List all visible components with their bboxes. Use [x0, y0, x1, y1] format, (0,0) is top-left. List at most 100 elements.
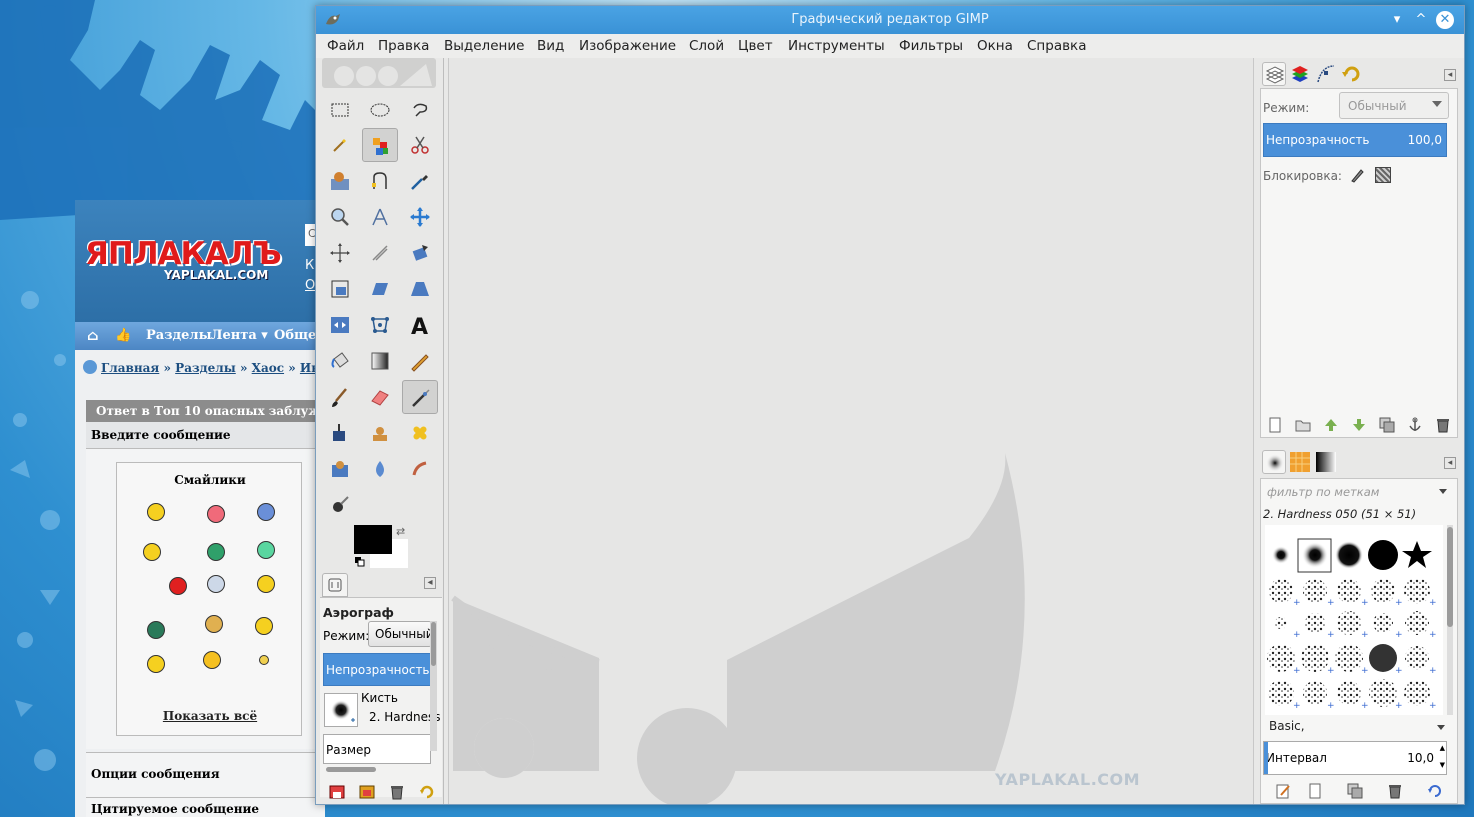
smiley-icon[interactable]	[205, 615, 223, 633]
lower-layer-icon[interactable]	[1351, 417, 1367, 433]
clone-tool[interactable]	[362, 416, 398, 450]
healing-tool[interactable]	[402, 416, 438, 450]
menu-file[interactable]: Файл	[327, 38, 364, 54]
brush-preview[interactable]	[324, 693, 358, 727]
spin-down-icon[interactable]: ▼	[1440, 761, 1445, 769]
quoted-message[interactable]: Цитируемое сообщение	[86, 797, 325, 817]
shear-tool[interactable]	[362, 272, 398, 306]
like-icon[interactable]: 👍	[115, 328, 131, 343]
crumb-sections[interactable]: Разделы	[175, 361, 236, 375]
duplicate-brush-icon[interactable]	[1347, 783, 1363, 799]
configure-tab-icon[interactable]: ◂	[1444, 457, 1456, 469]
raise-layer-icon[interactable]	[1323, 417, 1339, 433]
nav-sections[interactable]: Разделы	[146, 328, 212, 343]
site-header-link[interactable]: О	[305, 278, 315, 293]
lock-pixels-icon[interactable]	[1349, 167, 1365, 183]
delete-brush-icon[interactable]	[1387, 783, 1403, 799]
smudge-tool[interactable]	[402, 452, 438, 486]
crumb-home[interactable]: Главная	[101, 361, 159, 375]
options-horizontal-scrollbar[interactable]	[326, 767, 376, 772]
eraser-tool[interactable]	[362, 380, 398, 414]
menu-help[interactable]: Справка	[1027, 38, 1086, 54]
configure-tab-icon[interactable]: ◂	[424, 577, 436, 589]
lock-alpha-icon[interactable]	[1375, 167, 1391, 183]
smiley-icon[interactable]	[255, 617, 273, 635]
swap-colors-icon[interactable]: ⇄	[396, 525, 405, 538]
tool-options-tab[interactable]	[322, 573, 348, 597]
title-bar[interactable]: Графический редактор GIMP ▾ ^ ✕	[316, 6, 1464, 34]
opacity-slider[interactable]: Непрозрачность	[323, 653, 431, 686]
menu-select[interactable]: Выделение	[444, 38, 524, 54]
new-layer-icon[interactable]	[1267, 417, 1283, 433]
refresh-brushes-icon[interactable]	[1427, 783, 1443, 799]
brush-spacing-slider[interactable]: Интервал 10,0 ▲ ▼	[1263, 741, 1447, 775]
text-tool[interactable]: A	[402, 308, 438, 342]
dodge-burn-tool[interactable]	[322, 488, 358, 522]
fuzzy-select-tool[interactable]	[322, 128, 358, 162]
default-colors-icon[interactable]	[355, 557, 365, 567]
restore-options-icon[interactable]	[358, 783, 376, 801]
smiley-icon[interactable]	[257, 541, 275, 559]
move-tool[interactable]	[402, 200, 438, 234]
nav-feed[interactable]: Лента ▾	[211, 328, 268, 343]
size-slider[interactable]: Размер	[323, 734, 431, 764]
close-button[interactable]: ✕	[1436, 11, 1454, 29]
configure-tab-icon[interactable]: ◂	[1444, 69, 1456, 81]
menu-edit[interactable]: Правка	[378, 38, 429, 54]
show-all-smiles-link[interactable]: Показать всё	[117, 709, 303, 723]
ink-tool[interactable]	[322, 416, 358, 450]
menu-filters[interactable]: Фильтры	[899, 38, 963, 54]
smiley-icon[interactable]	[259, 655, 269, 665]
measure-tool[interactable]	[362, 200, 398, 234]
crumb-chaos[interactable]: Хаос	[252, 361, 284, 375]
select-by-color-tool[interactable]	[362, 128, 398, 162]
smiley-icon[interactable]	[257, 503, 275, 521]
rotate-tool[interactable]	[402, 236, 438, 270]
menu-view[interactable]: Вид	[537, 38, 564, 54]
scissors-select-tool[interactable]	[402, 128, 438, 162]
smiley-icon[interactable]	[147, 621, 165, 639]
menu-colors[interactable]: Цвет	[738, 38, 773, 54]
align-tool[interactable]	[322, 236, 358, 270]
layers-tab-icon[interactable]	[1262, 62, 1286, 86]
new-layer-group-icon[interactable]	[1295, 417, 1311, 433]
foreground-color-swatch[interactable]	[354, 525, 392, 554]
blend-tool[interactable]	[362, 344, 398, 378]
patterns-tab-icon[interactable]	[1288, 450, 1312, 474]
save-options-icon[interactable]	[328, 783, 346, 801]
color-picker-tool[interactable]	[402, 164, 438, 198]
options-scrollbar-thumb[interactable]	[431, 622, 436, 666]
smiley-icon[interactable]	[203, 651, 221, 669]
brush-tag-filter[interactable]: фильтр по меткам	[1263, 481, 1447, 505]
delete-options-icon[interactable]	[388, 783, 406, 801]
maximize-button[interactable]: ^	[1412, 11, 1430, 29]
brushes-tab-icon[interactable]	[1262, 450, 1286, 474]
new-brush-icon[interactable]	[1307, 783, 1323, 799]
chevron-down-icon[interactable]	[1439, 489, 1447, 494]
gradients-tab-icon[interactable]	[1314, 450, 1338, 474]
smiley-icon[interactable]	[147, 655, 165, 673]
menu-layer[interactable]: Слой	[689, 38, 724, 54]
perspective-clone-tool[interactable]	[322, 452, 358, 486]
smiley-icon[interactable]	[143, 543, 161, 561]
home-icon[interactable]: ⌂	[87, 328, 99, 344]
rect-select-tool[interactable]	[322, 93, 358, 127]
menu-tools[interactable]: Инструменты	[788, 38, 885, 54]
chevron-down-icon[interactable]	[1437, 725, 1445, 730]
smiley-icon[interactable]	[169, 577, 187, 595]
brush-grid[interactable]: + + + + + + + + + + + + + + + + + + + +	[1265, 525, 1443, 715]
blur-sharpen-tool[interactable]	[362, 452, 398, 486]
edit-brush-icon[interactable]	[1275, 783, 1291, 799]
layer-mode-select[interactable]: Обычный	[1339, 92, 1449, 119]
duplicate-layer-icon[interactable]	[1379, 417, 1395, 433]
paths-tool[interactable]	[362, 164, 398, 198]
cage-transform-tool[interactable]	[362, 308, 398, 342]
menu-windows[interactable]: Окна	[977, 38, 1013, 54]
site-logo[interactable]: ЯПЛАКАЛЪ	[85, 236, 282, 272]
smiley-icon[interactable]	[147, 503, 165, 521]
minimize-button[interactable]: ▾	[1388, 11, 1406, 29]
smiley-icon[interactable]	[207, 505, 225, 523]
wilber-drop-area[interactable]	[322, 58, 436, 88]
spin-up-icon[interactable]: ▲	[1440, 744, 1445, 752]
zoom-tool[interactable]	[322, 200, 358, 234]
